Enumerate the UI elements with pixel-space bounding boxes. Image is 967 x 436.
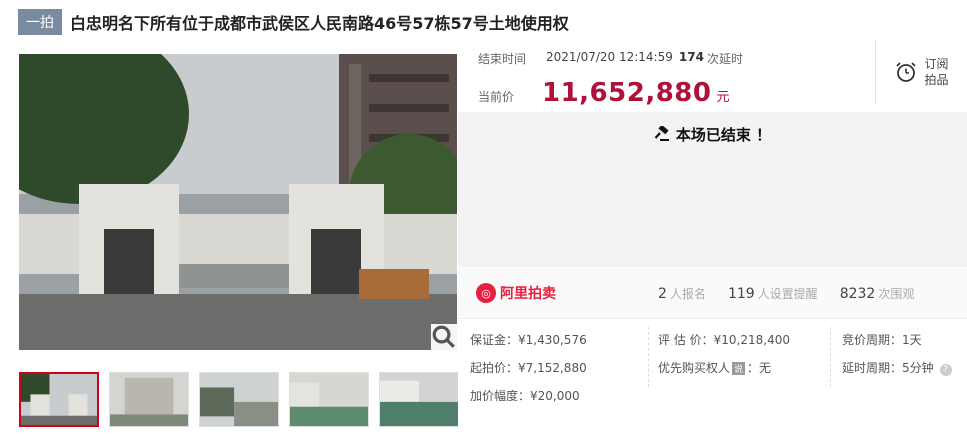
end-time-value: 2021/07/20 12:14:59 — [546, 50, 673, 64]
extension-count-label: 次延时 — [706, 52, 743, 66]
current-price-unit: 元 — [716, 90, 730, 105]
alarm-clock-icon — [896, 62, 917, 82]
thumbnail-5[interactable] — [379, 372, 459, 427]
reminders-stat: 119 人设置提醒 — [728, 285, 818, 302]
end-time-row: 结束时间 2021/07/20 12:14:59 174 次延时 — [478, 50, 743, 67]
question-icon[interactable]: ? — [939, 364, 952, 376]
thumbnail-2[interactable] — [109, 372, 189, 427]
current-price-label: 当前价 — [478, 90, 515, 104]
details-divider — [648, 327, 649, 387]
details-divider — [830, 327, 831, 387]
extension-count: 174 — [678, 50, 704, 64]
auction-ended-message: 本场已结束 ！ — [458, 124, 967, 145]
priority-buyer: 优先购买权人说：无 — [658, 359, 771, 376]
subscribe-label-2: 拍品 — [924, 73, 949, 87]
appraisal-price: 评 估 价：¥10,218,400 — [658, 333, 790, 347]
main-photo[interactable] — [19, 54, 457, 350]
registrations-label: 人报名 — [669, 286, 706, 301]
brand-name: 阿里拍卖 — [500, 286, 556, 302]
thumbnail-image — [290, 373, 368, 426]
gavel-icon — [654, 124, 669, 141]
subscribe-button[interactable]: 订阅 拍品 — [875, 40, 967, 104]
auction-info-panel: 结束时间 2021/07/20 12:14:59 174 次延时 订阅 拍品 当… — [458, 40, 967, 436]
subscribe-label-1: 订阅 — [924, 57, 949, 71]
zoom-button[interactable] — [431, 324, 457, 350]
stats-row: ◎ 阿里拍卖 2 人报名 119 人设置提醒 8232 次围观 — [458, 268, 967, 318]
thumbnail-4[interactable] — [289, 372, 369, 427]
registrations-stat: 2 人报名 — [658, 285, 706, 302]
priority-buyer-label: 优先购买权人 — [658, 361, 731, 375]
views-label: 次围观 — [878, 286, 915, 301]
thumbnail-image — [380, 373, 458, 426]
auction-ended-box: 本场已结束 ！ — [458, 112, 967, 267]
priority-buyer-tag[interactable]: 说 — [732, 362, 746, 375]
current-price-row: 当前价 11,652,880 元 — [478, 78, 730, 108]
alibaba-auction-icon: ◎ — [476, 283, 496, 303]
views-count: 8232 — [839, 285, 876, 302]
auction-details: 保证金：¥1,430,576 起拍价：¥7,152,880 加价幅度：¥20,0… — [458, 318, 967, 436]
priority-buyer-value: ：无 — [747, 361, 772, 375]
auction-ended-text: 本场已结束 ！ — [675, 126, 772, 144]
thumbnail-1[interactable] — [19, 372, 99, 427]
thumbnail-strip — [19, 372, 469, 427]
page-title: 白忠明名下所有位于成都市武侯区人民南路46号57栋57号土地使用权 — [70, 14, 569, 33]
bid-increment: 加价幅度：¥20,000 — [470, 389, 580, 403]
views-stat: 8232 次围观 — [840, 285, 915, 302]
title-bar: 一拍 白忠明名下所有位于成都市武侯区人民南路46号57栋57号土地使用权 — [18, 9, 569, 35]
reminders-label: 人设置提醒 — [757, 286, 818, 301]
magnifier-icon — [432, 325, 455, 348]
thumbnail-image — [200, 373, 278, 426]
reminders-count: 119 — [727, 285, 755, 302]
thumbnail-image — [21, 374, 97, 425]
current-price-value: 11,652,880 — [542, 78, 712, 108]
start-price: 起拍价：¥7,152,880 — [470, 361, 587, 375]
thumbnail-image — [110, 373, 188, 426]
gate-photo-image — [19, 54, 457, 350]
end-time-label: 结束时间 — [478, 52, 527, 66]
bid-period: 竞价周期：1天 — [842, 333, 922, 347]
deposit: 保证金：¥1,430,576 — [470, 333, 587, 347]
registrations-count: 2 — [658, 285, 667, 302]
auction-round-badge: 一拍 — [18, 9, 62, 35]
extension-period-text: 延时周期：5分钟 — [842, 361, 934, 375]
thumbnail-3[interactable] — [199, 372, 279, 427]
brand-logo: ◎ 阿里拍卖 — [476, 283, 636, 303]
extension-period: 延时周期：5分钟? — [842, 359, 952, 376]
